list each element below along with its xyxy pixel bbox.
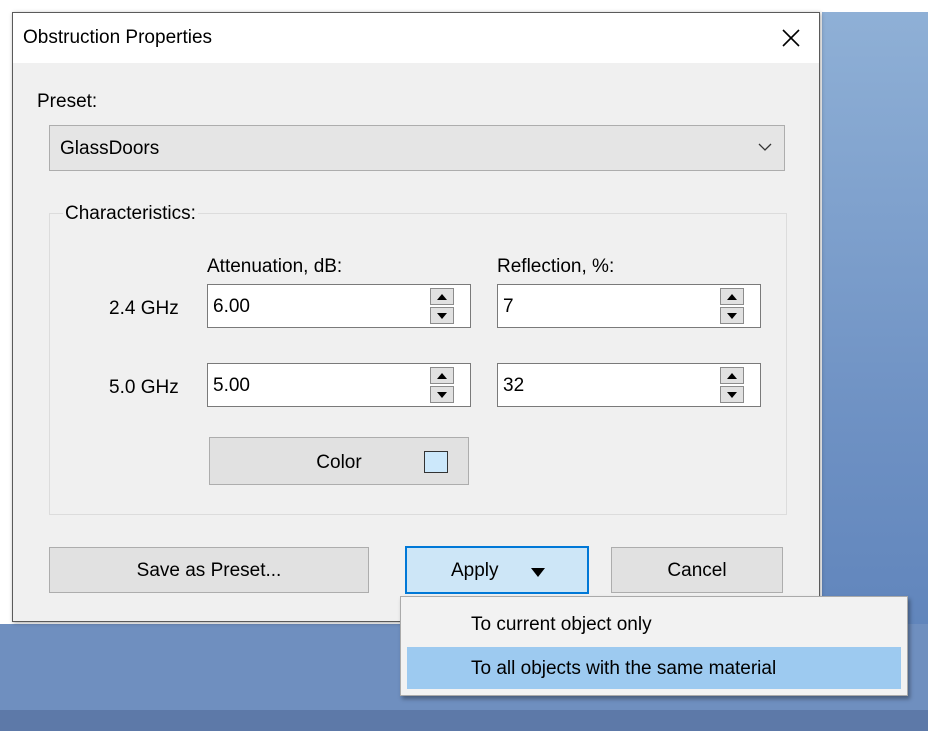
chevron-down-icon xyxy=(758,143,772,151)
reflection-2-4ghz-spinner[interactable]: 7 xyxy=(497,284,761,328)
spin-down-button[interactable] xyxy=(430,386,454,403)
preset-label: Preset: xyxy=(37,91,98,112)
background-window-edge xyxy=(0,12,12,624)
preset-dropdown[interactable]: GlassDoors xyxy=(49,125,785,171)
arrow-up-icon xyxy=(727,294,737,300)
menu-item-current-object[interactable]: To current object only xyxy=(407,603,901,645)
desktop-background-strip xyxy=(0,710,928,731)
close-icon xyxy=(782,29,800,47)
spin-down-button[interactable] xyxy=(720,386,744,403)
band-label-5-0ghz: 5.0 GHz xyxy=(109,377,179,398)
arrow-up-icon xyxy=(437,294,447,300)
save-as-preset-label: Save as Preset... xyxy=(136,560,282,581)
spin-up-button[interactable] xyxy=(720,367,744,384)
attenuation-2-4ghz-value: 6.00 xyxy=(213,296,250,317)
arrow-down-icon xyxy=(437,392,447,398)
arrow-down-icon xyxy=(727,392,737,398)
arrow-down-icon xyxy=(727,313,737,319)
band-label-2-4ghz: 2.4 GHz xyxy=(109,298,179,319)
dialog-title: Obstruction Properties xyxy=(23,27,213,48)
characteristics-group-title: Characteristics: xyxy=(63,203,198,225)
apply-button-label: Apply xyxy=(451,560,499,581)
cancel-button-label: Cancel xyxy=(667,560,727,581)
reflection-5-0ghz-spinner[interactable]: 32 xyxy=(497,363,761,407)
spin-down-button[interactable] xyxy=(430,307,454,324)
spin-up-button[interactable] xyxy=(430,367,454,384)
triangle-down-icon xyxy=(531,568,545,577)
spin-up-button[interactable] xyxy=(430,288,454,305)
close-button[interactable] xyxy=(763,13,819,63)
preset-value: GlassDoors xyxy=(60,138,160,159)
attenuation-2-4ghz-spinner[interactable]: 6.00 xyxy=(207,284,471,328)
arrow-down-icon xyxy=(437,313,447,319)
spin-down-button[interactable] xyxy=(720,307,744,324)
apply-button[interactable]: Apply xyxy=(405,546,589,594)
menu-item-label: To all objects with the same material xyxy=(471,658,777,679)
attenuation-5-0ghz-spinner[interactable]: 5.00 xyxy=(207,363,471,407)
attenuation-5-0ghz-value: 5.00 xyxy=(213,375,250,396)
arrow-up-icon xyxy=(437,373,447,379)
arrow-up-icon xyxy=(727,373,737,379)
title-bar: Obstruction Properties xyxy=(13,13,819,63)
reflection-5-0ghz-value: 32 xyxy=(503,375,525,396)
reflection-2-4ghz-value: 7 xyxy=(503,296,514,317)
obstruction-properties-dialog: Obstruction Properties Preset: GlassDoor… xyxy=(12,12,820,622)
save-as-preset-button[interactable]: Save as Preset... xyxy=(49,547,369,593)
desktop-background xyxy=(0,0,928,12)
apply-dropdown-menu: To current object only To all objects wi… xyxy=(400,596,908,696)
attenuation-header: Attenuation, dB: xyxy=(207,256,343,277)
color-swatch xyxy=(424,451,448,473)
color-button[interactable]: Color xyxy=(209,437,469,485)
menu-item-label: To current object only xyxy=(471,614,652,635)
spin-up-button[interactable] xyxy=(720,288,744,305)
menu-item-all-objects-same-material[interactable]: To all objects with the same material xyxy=(407,647,901,689)
reflection-header: Reflection, %: xyxy=(497,256,615,277)
cancel-button[interactable]: Cancel xyxy=(611,547,783,593)
